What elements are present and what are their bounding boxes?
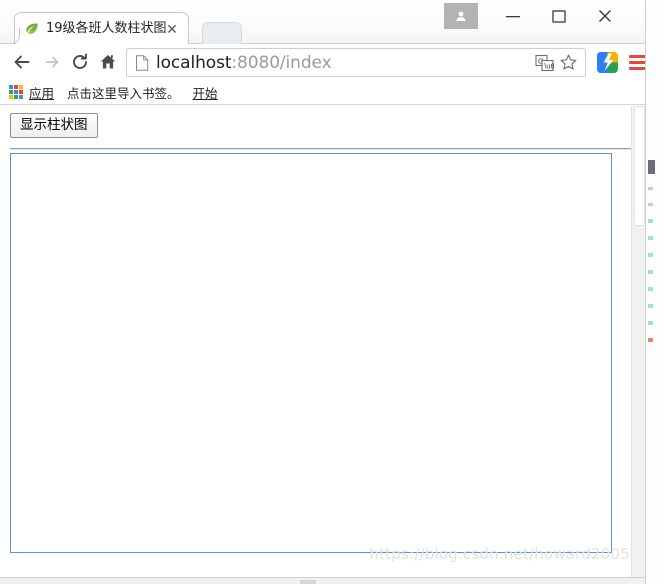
window-resize-nub <box>300 580 316 584</box>
show-bar-chart-button[interactable]: 显示柱状图 <box>10 113 98 138</box>
background-mark <box>648 321 653 325</box>
address-bar[interactable]: localhost:8080/index G \u6587 <box>126 48 586 77</box>
browser-extension-icon[interactable] <box>597 52 618 73</box>
background-mark <box>648 219 653 223</box>
title-bar: 19级各班人数柱状图 ✕ <box>0 0 646 45</box>
browser-window: 19级各班人数柱状图 ✕ localhost:8080/index G \u6 … <box>0 0 664 584</box>
browser-toolbar: localhost:8080/index G \u6587 <box>0 44 647 80</box>
bookmarks-bar: 应用 点击这里导入书签。 开始 <box>0 80 646 105</box>
url-path: :8080/index <box>231 52 332 73</box>
background-mark <box>648 253 653 257</box>
back-button[interactable] <box>8 48 36 76</box>
apps-dot <box>14 85 18 89</box>
tab-close-icon[interactable]: ✕ <box>164 21 180 37</box>
bookmark-item-import-hint[interactable]: 点击这里导入书签。 <box>67 83 180 102</box>
apps-dot <box>14 95 18 99</box>
page-content: 显示柱状图 https://blog.csdn.net/howard2005 <box>0 106 638 577</box>
document-icon <box>135 54 149 71</box>
background-mark <box>648 236 653 240</box>
background-mark <box>648 203 653 206</box>
url-host: localhost <box>156 52 232 73</box>
scrollbar-thumb[interactable] <box>634 106 645 226</box>
close-button[interactable] <box>582 1 628 31</box>
background-mark <box>648 304 653 308</box>
apps-grid-icon[interactable] <box>9 85 23 99</box>
maximize-button[interactable] <box>536 1 582 31</box>
page-viewport: 显示柱状图 https://blog.csdn.net/howard2005 <box>0 106 646 577</box>
url-text: localhost:8080/index <box>156 53 332 73</box>
page-scrollbar[interactable] <box>631 106 646 577</box>
forward-button <box>38 48 66 76</box>
bookmark-item-start[interactable]: 开始 <box>193 83 218 102</box>
bookmark-item-apps[interactable]: 应用 <box>29 83 54 102</box>
apps-dot <box>9 85 13 89</box>
profile-avatar-icon[interactable] <box>444 3 478 29</box>
background-mark <box>648 160 655 174</box>
svg-text:\u6587: \u6587 <box>544 61 554 70</box>
apps-dot <box>19 85 23 89</box>
browser-tab-active[interactable]: 19级各班人数柱状图 ✕ <box>3 12 189 45</box>
background-mark <box>648 270 653 274</box>
background-mark <box>648 287 653 291</box>
window-bottom-edge <box>0 577 646 584</box>
apps-dot <box>14 90 18 94</box>
background-mark <box>648 338 653 342</box>
apps-dot <box>19 90 23 94</box>
star-outline-icon[interactable] <box>557 52 579 74</box>
background-mark <box>648 187 653 190</box>
tab-title: 19级各班人数柱状图 <box>46 21 166 36</box>
horizontal-rule <box>10 148 635 150</box>
window-controls <box>444 0 628 32</box>
apps-dot <box>9 95 13 99</box>
translate-icon[interactable]: G \u6587 <box>533 52 555 74</box>
reload-icon[interactable] <box>66 48 94 76</box>
apps-dot <box>19 95 23 99</box>
minimize-button[interactable] <box>490 1 536 31</box>
apps-dot <box>9 90 13 94</box>
green-leaf-icon <box>24 21 40 37</box>
desktop-background-sliver <box>645 0 664 584</box>
omnibox-actions: G \u6587 <box>531 52 585 74</box>
home-icon[interactable] <box>94 48 122 76</box>
background-window-marks <box>648 160 662 355</box>
bar-chart-container[interactable] <box>10 153 612 553</box>
new-tab-button[interactable] <box>202 22 242 44</box>
watermark-text: https://blog.csdn.net/howard2005 <box>369 545 630 563</box>
